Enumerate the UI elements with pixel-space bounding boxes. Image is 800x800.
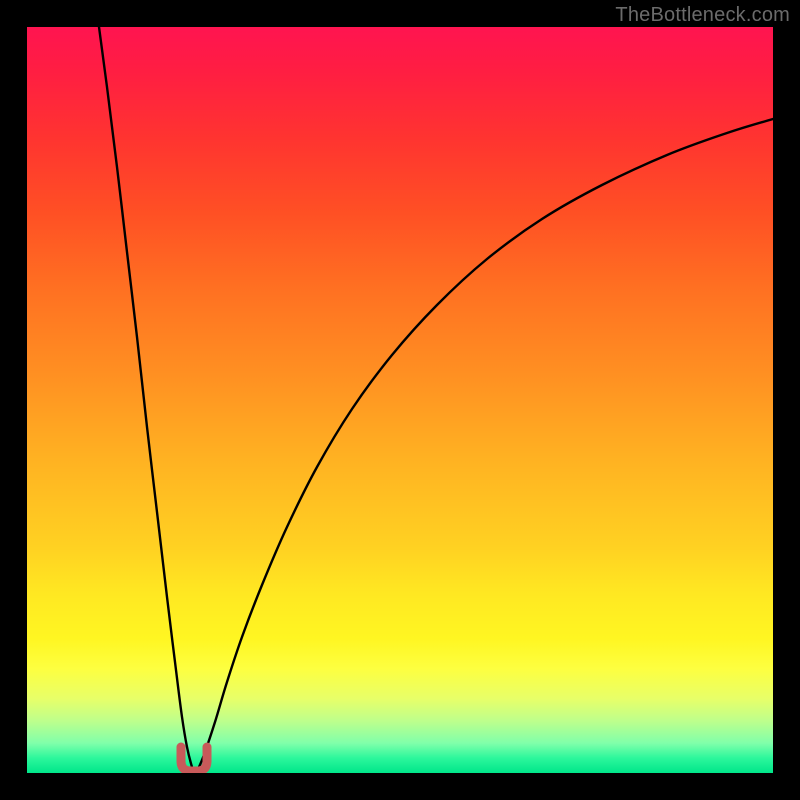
curve-left-branch bbox=[99, 27, 195, 773]
dip-marker bbox=[181, 747, 207, 771]
watermark-text: TheBottleneck.com bbox=[615, 4, 790, 27]
curve-layer bbox=[27, 27, 773, 773]
outer-frame: TheBottleneck.com bbox=[0, 0, 800, 800]
plot-area bbox=[27, 27, 773, 773]
curve-right-branch bbox=[195, 119, 773, 773]
